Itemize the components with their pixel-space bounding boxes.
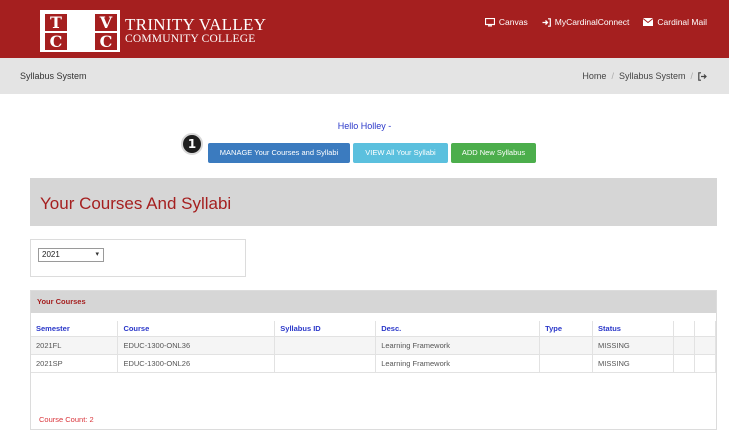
action-buttons: MANAGE Your Courses and Syllabi VIEW All… [208, 143, 536, 163]
college-logo[interactable]: T V C C [40, 10, 120, 52]
courses-table: Semester Course Syllabus ID Desc. Type S… [31, 321, 717, 373]
year-filter-panel: 2021 ▾ [30, 239, 246, 277]
envelope-icon [643, 18, 654, 26]
school-name[interactable]: TRINITY VALLEY COMMUNITY COLLEGE [125, 15, 267, 46]
sign-in-icon [542, 17, 551, 27]
cardinal-mail-link-label: Cardinal Mail [657, 17, 707, 27]
logo-letter: C [95, 33, 117, 50]
cell-semester: 2021FL [31, 336, 119, 355]
header-links: Canvas MyCardinalConnect Cardinal Mail [484, 17, 707, 27]
column-header-course[interactable]: Course [117, 321, 276, 337]
cardinal-mail-link[interactable]: Cardinal Mail [643, 17, 707, 27]
breadcrumb-home[interactable]: Home [582, 71, 606, 81]
logo-letter: V [95, 14, 117, 31]
cell-action[interactable] [673, 354, 695, 373]
courses-panel-title: Your Courses [31, 291, 716, 313]
logo-letter: C [45, 33, 67, 50]
mycardinalconnect-link[interactable]: MyCardinalConnect [542, 17, 630, 27]
column-header-status[interactable]: Status [592, 321, 674, 337]
canvas-link[interactable]: Canvas [484, 17, 528, 27]
table-header-row: Semester Course Syllabus ID Desc. Type S… [31, 321, 717, 337]
cell-course: EDUC-1300-ONL36 [117, 336, 276, 355]
school-name-line1: TRINITY VALLEY [125, 15, 267, 34]
cell-semester: 2021SP [31, 354, 119, 373]
chevron-down-icon: ▾ [95, 251, 99, 258]
step-marker-1: 1 [181, 133, 203, 155]
cell-type [539, 336, 594, 355]
cell-action[interactable] [673, 336, 695, 355]
school-name-line2: COMMUNITY COLLEGE [125, 33, 256, 45]
add-syllabus-button[interactable]: ADD New Syllabus [451, 143, 536, 163]
breadcrumb-separator: / [690, 71, 693, 81]
column-header-semester[interactable]: Semester [31, 321, 119, 337]
logout-icon[interactable] [698, 72, 707, 81]
breadcrumb-bar: Syllabus System Home / Syllabus System / [0, 58, 729, 94]
top-header: T V C C TRINITY VALLEY COMMUNITY COLLEGE… [0, 0, 729, 58]
table-row[interactable]: 2021SP EDUC-1300-ONL26 Learning Framewor… [31, 354, 717, 373]
breadcrumb: Home / Syllabus System / [582, 71, 707, 81]
cell-desc: Learning Framework [375, 336, 541, 355]
year-select-value: 2021 [42, 250, 60, 259]
breadcrumb-separator: / [611, 71, 614, 81]
cell-status: MISSING [592, 354, 674, 373]
logo-letter: T [45, 14, 67, 31]
column-header-action-1 [673, 321, 695, 337]
table-row[interactable]: 2021FL EDUC-1300-ONL36 Learning Framewor… [31, 336, 717, 355]
cell-syllabus-id [274, 354, 377, 373]
year-select[interactable]: 2021 ▾ [38, 248, 104, 262]
cell-syllabus-id [274, 336, 377, 355]
cell-desc: Learning Framework [375, 354, 541, 373]
cell-type [539, 354, 594, 373]
courses-panel: Your Courses Semester Course Syllabus ID… [30, 290, 717, 430]
manage-courses-button[interactable]: MANAGE Your Courses and Syllabi [208, 143, 350, 163]
cell-action[interactable] [694, 354, 717, 373]
course-count: Course Count: 2 [39, 415, 94, 424]
page-title: Your Courses And Syllabi [40, 194, 232, 213]
cell-action[interactable] [694, 336, 717, 355]
cell-status: MISSING [592, 336, 674, 355]
mycardinalconnect-link-label: MyCardinalConnect [554, 17, 630, 27]
section-header: Your Courses And Syllabi [30, 178, 717, 226]
column-header-syllabus-id[interactable]: Syllabus ID [274, 321, 377, 337]
column-header-desc[interactable]: Desc. [375, 321, 541, 337]
monitor-icon [484, 17, 495, 26]
breadcrumb-syllabus-system[interactable]: Syllabus System [619, 71, 686, 81]
column-header-action-2 [694, 321, 717, 337]
greeting: Hello Holley - [337, 121, 392, 131]
view-syllabi-button[interactable]: VIEW All Your Syllabi [353, 143, 448, 163]
canvas-link-label: Canvas [498, 17, 528, 27]
column-header-type[interactable]: Type [539, 321, 594, 337]
cell-course: EDUC-1300-ONL26 [117, 354, 276, 373]
system-name: Syllabus System [20, 71, 87, 81]
